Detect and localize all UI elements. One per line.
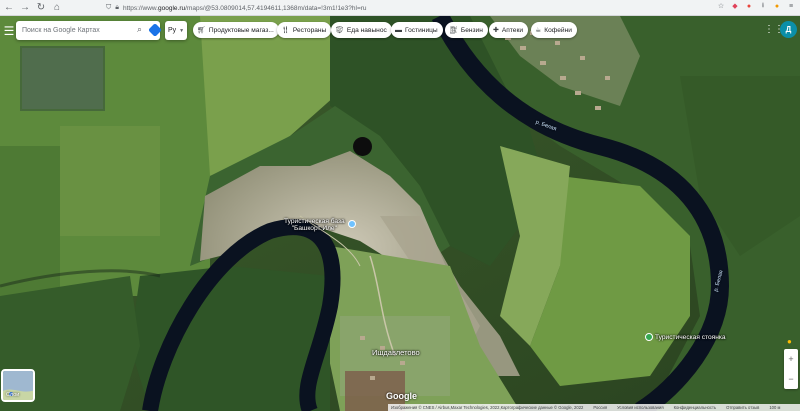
chip-takeaway-label: Еда навынос bbox=[346, 26, 387, 34]
lock-icon: 🔒︎ bbox=[115, 4, 119, 11]
pocket-icon[interactable]: ◆ bbox=[730, 1, 740, 11]
chip-coffee[interactable]: ☕︎ Кофейни bbox=[531, 22, 577, 38]
tourist-base-pin-icon[interactable] bbox=[348, 220, 356, 228]
campsite-pin-icon[interactable] bbox=[645, 333, 653, 341]
google-logo: Google bbox=[386, 391, 417, 401]
url-prefix: https://www. bbox=[122, 4, 159, 12]
chip-groceries-label: Продуктовые магаз... bbox=[208, 26, 274, 34]
address-bar[interactable]: ⛉ 🔒︎ https://www. google.ru/maps/@53.0809… bbox=[106, 2, 746, 14]
home-icon[interactable]: ⌂ bbox=[50, 1, 64, 15]
language-select[interactable]: Ру ▼ bbox=[165, 21, 187, 40]
url-host: google.ru bbox=[158, 4, 186, 12]
map-footer: Изображения © CNES / Airbus,Maxar Techno… bbox=[388, 404, 800, 411]
browser-extensions: ☆ ◆ ● ⭳ ● ≡ bbox=[716, 1, 796, 11]
back-arrow-icon[interactable]: ← bbox=[2, 1, 16, 15]
zoom-in-icon[interactable]: + bbox=[788, 354, 793, 364]
footer-terms[interactable]: Условия использования bbox=[617, 405, 663, 410]
attribution: Изображения © CNES / Airbus,Maxar Techno… bbox=[391, 405, 584, 410]
chip-restaurants-label: Рестораны bbox=[292, 26, 327, 34]
zoom-out-icon[interactable]: − bbox=[788, 374, 793, 384]
google-apps-icon[interactable]: ⋮⋮ bbox=[764, 24, 784, 35]
fork-knife-icon: 🍴︎ bbox=[281, 27, 290, 34]
chip-fuel[interactable]: ⛽︎ Бензин bbox=[445, 22, 488, 38]
coffee-icon: ☕︎ bbox=[535, 27, 542, 34]
takeaway-icon: 🥡︎ bbox=[335, 27, 344, 34]
chip-coffee-label: Кофейни bbox=[544, 26, 572, 34]
chevron-down-icon: ▼ bbox=[179, 27, 185, 34]
extension-icon[interactable]: ● bbox=[772, 1, 782, 11]
cart-icon: 🛒︎ bbox=[197, 27, 206, 34]
footer-privacy[interactable]: Конфиденциальность bbox=[674, 405, 716, 410]
hamburger-menu-icon[interactable]: ☰ bbox=[2, 24, 16, 38]
chip-groceries[interactable]: 🛒︎ Продуктовые магаз... bbox=[193, 22, 279, 38]
shield-icon: ⛉ bbox=[106, 4, 112, 11]
reload-icon[interactable]: ↻ bbox=[34, 1, 48, 15]
bed-icon: ▬ bbox=[395, 26, 402, 34]
chip-fuel-label: Бензин bbox=[460, 26, 483, 34]
footer-feedback[interactable]: Отправить отзыв bbox=[726, 405, 759, 410]
chip-takeaway[interactable]: 🥡︎ Еда навынос bbox=[331, 22, 392, 38]
chip-pharmacy-label: Аптеки bbox=[501, 26, 524, 34]
dark-spot bbox=[353, 137, 372, 156]
forward-arrow-icon[interactable]: → bbox=[18, 1, 32, 15]
chip-hotels[interactable]: ▬ Гостиницы bbox=[391, 22, 443, 38]
avatar[interactable]: Д bbox=[780, 21, 797, 38]
fuel-icon: ⛽︎ bbox=[449, 27, 458, 34]
tourist-base-label[interactable]: Туристическая база "Башкорт Иле" bbox=[284, 218, 345, 233]
tourist-base-label-line2: "Башкорт Иле" bbox=[291, 225, 337, 233]
download-icon[interactable]: ⭳ bbox=[758, 1, 768, 11]
campsite-label[interactable]: Туристическая стоянка bbox=[655, 334, 726, 341]
layers-button[interactable]: Слои bbox=[1, 369, 35, 402]
browser-menu-icon[interactable]: ≡ bbox=[786, 1, 796, 11]
search-icon[interactable]: ⌕ bbox=[137, 24, 142, 35]
layers-label: Слои bbox=[6, 392, 20, 398]
chip-pharmacy[interactable]: ✚ Аптеки bbox=[489, 22, 529, 38]
scale-label[interactable]: 100 м bbox=[769, 405, 780, 410]
pegman-icon[interactable]: ● bbox=[787, 337, 792, 346]
search-input[interactable]: Поиск на Google Картах ⌕ bbox=[16, 21, 162, 40]
satellite-map[interactable]: р. Белая р. Белая Туристическая база "Ба… bbox=[0, 16, 800, 411]
search-placeholder: Поиск на Google Картах bbox=[22, 27, 100, 34]
browser-toolbar: ← → ↻ ⌂ ⛉ 🔒︎ https://www. google.ru/maps/… bbox=[0, 0, 800, 16]
village-label[interactable]: Ишдавлетово bbox=[372, 348, 420, 357]
shield-extension-icon[interactable]: ● bbox=[744, 1, 754, 11]
pharmacy-icon: ✚ bbox=[493, 27, 499, 34]
bookmark-icon[interactable]: ☆ bbox=[716, 1, 726, 11]
url-path: /maps/@53.0809014,57.4194611,1368m/data=… bbox=[185, 4, 367, 12]
footer-country[interactable]: Россия bbox=[593, 405, 607, 410]
chip-restaurants[interactable]: 🍴︎ Рестораны bbox=[277, 22, 332, 38]
language-value: Ру bbox=[168, 27, 177, 34]
zoom-controls[interactable]: + − bbox=[784, 349, 798, 389]
chip-hotels-label: Гостиницы bbox=[405, 26, 438, 34]
directions-icon[interactable] bbox=[148, 23, 162, 37]
